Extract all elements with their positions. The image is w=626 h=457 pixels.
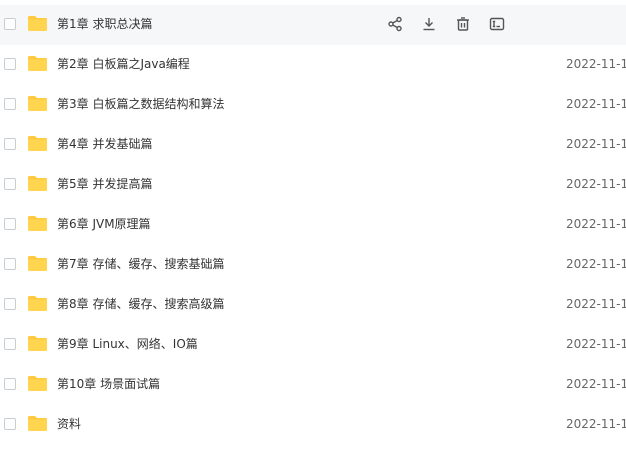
file-name[interactable]: 第10章 场景面试篇 xyxy=(57,376,160,392)
row-checkbox[interactable] xyxy=(4,98,16,110)
file-name[interactable]: 第9章 Linux、网络、IO篇 xyxy=(57,336,198,352)
file-row-6[interactable]: 第6章 JVM原理篇 2022-11-16 xyxy=(0,205,626,245)
file-row-11[interactable]: 资料 2022-11-16 xyxy=(0,405,626,445)
file-row-4[interactable]: 第4章 并发基础篇 2022-11-16 xyxy=(0,125,626,165)
file-row-8[interactable]: 第8章 存储、缓存、搜索高级篇 2022-11-16 xyxy=(0,285,626,325)
download-icon[interactable] xyxy=(419,15,439,33)
folder-icon xyxy=(28,376,47,391)
rename-icon[interactable] xyxy=(487,15,507,33)
row-checkbox[interactable] xyxy=(4,378,16,390)
row-checkbox[interactable] xyxy=(4,18,16,30)
file-date: 2022-11-16 xyxy=(566,297,626,311)
file-row-3[interactable]: 第3章 白板篇之数据结构和算法 2022-11-16 xyxy=(0,85,626,125)
row-checkbox[interactable] xyxy=(4,338,16,350)
file-name[interactable]: 第8章 存储、缓存、搜索高级篇 xyxy=(57,296,224,312)
file-list: 第1章 求职总决篇 第2章 白板篇之Java编程 2022-11-1 第3章 白… xyxy=(0,5,626,445)
file-name[interactable]: 第5章 并发提高篇 xyxy=(57,176,152,192)
file-date: 2022-11-16 xyxy=(566,177,626,191)
folder-icon xyxy=(28,16,47,31)
folder-icon xyxy=(28,136,47,151)
folder-icon xyxy=(28,216,47,231)
row-actions xyxy=(385,15,521,33)
folder-icon xyxy=(28,96,47,111)
file-name[interactable]: 第6章 JVM原理篇 xyxy=(57,216,151,232)
share-icon[interactable] xyxy=(385,15,405,33)
file-name[interactable]: 第2章 白板篇之Java编程 xyxy=(57,56,190,72)
folder-icon xyxy=(28,256,47,271)
folder-icon xyxy=(28,296,47,311)
row-checkbox[interactable] xyxy=(4,418,16,430)
folder-icon xyxy=(28,176,47,191)
folder-icon xyxy=(28,56,47,71)
file-name[interactable]: 第3章 白板篇之数据结构和算法 xyxy=(57,96,224,112)
file-date: 2022-11-16 xyxy=(566,217,626,231)
delete-icon[interactable] xyxy=(453,15,473,33)
file-date: 2022-11-16 xyxy=(566,377,626,391)
folder-icon xyxy=(28,416,47,431)
file-name[interactable]: 第1章 求职总决篇 xyxy=(57,16,152,32)
file-date: 2022-11-16 xyxy=(566,57,626,71)
file-row-7[interactable]: 第7章 存储、缓存、搜索基础篇 2022-11-16 xyxy=(0,245,626,285)
file-date: 2022-11-16 xyxy=(566,137,626,151)
row-checkbox[interactable] xyxy=(4,138,16,150)
row-checkbox[interactable] xyxy=(4,258,16,270)
file-row-5[interactable]: 第5章 并发提高篇 2022-11-16 xyxy=(0,165,626,205)
row-checkbox[interactable] xyxy=(4,178,16,190)
file-date: 2022-11-16 xyxy=(566,417,626,431)
file-name[interactable]: 资料 xyxy=(57,416,81,432)
file-row-2[interactable]: 第2章 白板篇之Java编程 2022-11-16 xyxy=(0,45,626,85)
file-row-1[interactable]: 第1章 求职总决篇 xyxy=(0,5,626,45)
row-checkbox[interactable] xyxy=(4,298,16,310)
file-name[interactable]: 第7章 存储、缓存、搜索基础篇 xyxy=(57,256,224,272)
row-checkbox[interactable] xyxy=(4,218,16,230)
folder-icon xyxy=(28,336,47,351)
file-name[interactable]: 第4章 并发基础篇 xyxy=(57,136,152,152)
file-date: 2022-11-16 xyxy=(566,257,626,271)
file-row-9[interactable]: 第9章 Linux、网络、IO篇 2022-11-16 xyxy=(0,325,626,365)
row-checkbox[interactable] xyxy=(4,58,16,70)
file-row-10[interactable]: 第10章 场景面试篇 2022-11-16 xyxy=(0,365,626,405)
file-date: 2022-11-16 xyxy=(566,337,626,351)
file-date: 2022-11-16 xyxy=(566,97,626,111)
